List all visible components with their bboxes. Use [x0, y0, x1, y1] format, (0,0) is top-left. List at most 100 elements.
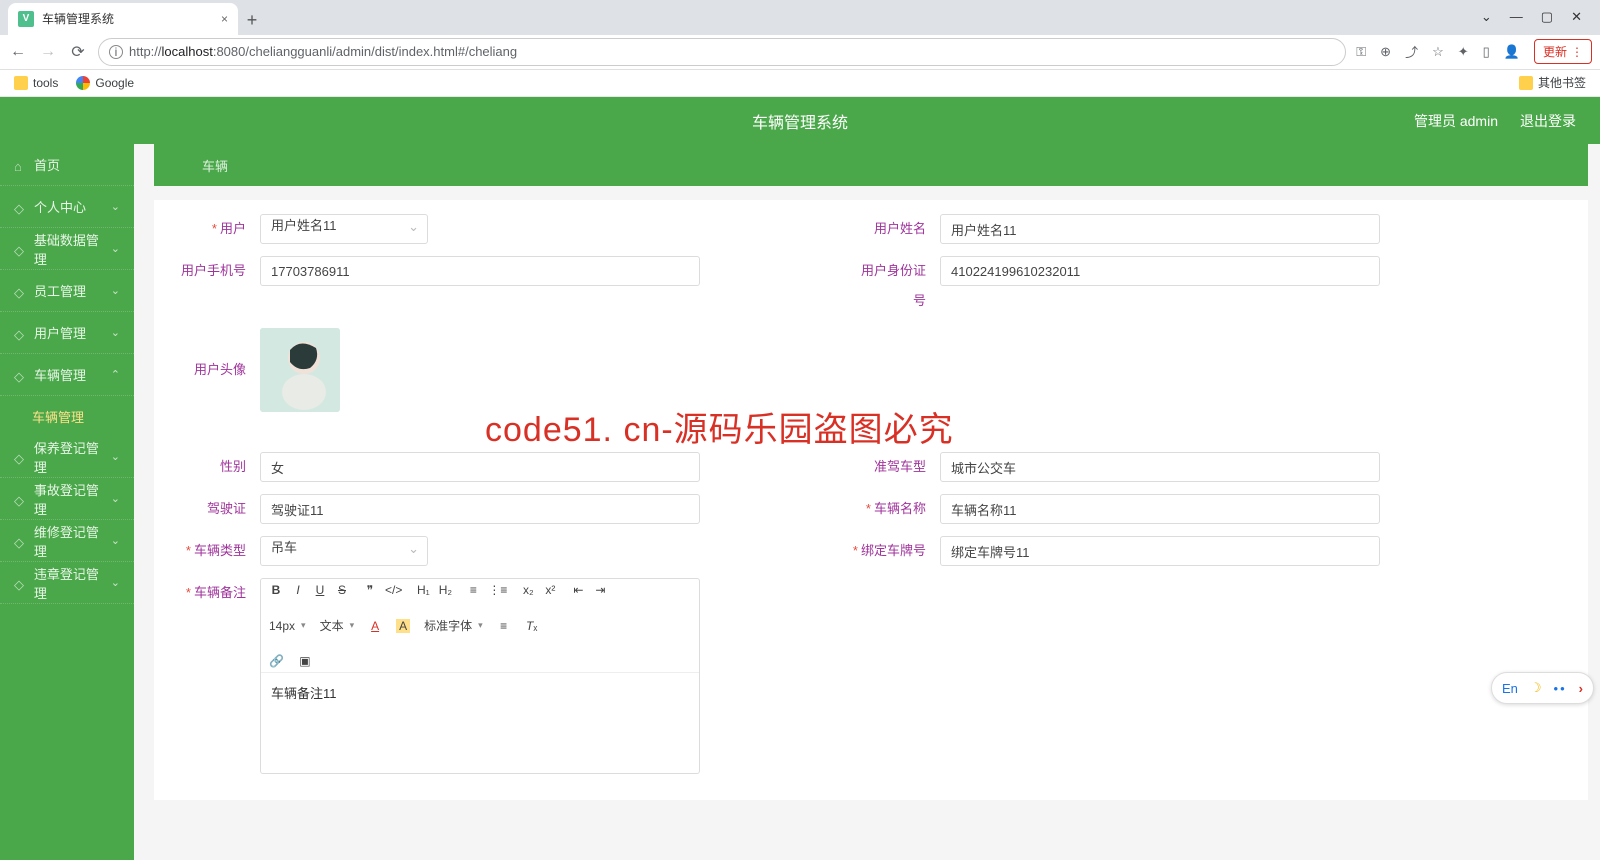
forward-icon[interactable]: → [38, 43, 58, 61]
phone-label: 用户手机号 [181, 263, 246, 278]
textcolor-icon[interactable]: A [368, 619, 382, 633]
share-icon[interactable]: ⤴ [1405, 42, 1418, 61]
info-icon[interactable]: i [109, 45, 123, 59]
chevron-down-icon[interactable]: ⌄ [1481, 9, 1492, 25]
defaultfont-select[interactable]: 标准字体 [424, 617, 483, 634]
bgcolor-icon[interactable]: A [396, 619, 410, 633]
home-icon: ⌂ [14, 159, 26, 171]
code-icon[interactable]: </> [385, 583, 402, 597]
username-label: 用户姓名 [874, 221, 926, 236]
avatar-image[interactable] [260, 328, 340, 412]
minimize-icon[interactable]: — [1510, 9, 1523, 25]
gender-label: 性别 [220, 459, 246, 474]
browser-chrome: V 车辆管理系统 × + ⌄ — ▢ ✕ ← → ⟳ i http://loca… [0, 0, 1600, 97]
clear-icon[interactable]: Tₓ [525, 619, 539, 633]
plate-input[interactable] [940, 536, 1380, 566]
close-window-icon[interactable]: ✕ [1571, 9, 1582, 25]
gender-input[interactable] [260, 452, 700, 482]
url-input[interactable]: i http://localhost:8080/cheliangguanli/a… [98, 38, 1346, 66]
sidebar-item-repair[interactable]: ◇维修登记管理⌄ [0, 520, 134, 562]
ime-more-icon[interactable]: •• [1554, 681, 1567, 696]
avatar-label: 用户头像 [194, 362, 246, 377]
italic-icon[interactable]: I [291, 583, 305, 597]
sidebar-item-basedata[interactable]: ◇基础数据管理⌄ [0, 228, 134, 270]
app-title: 车辆管理系统 [752, 109, 848, 133]
idno-input[interactable] [940, 256, 1380, 286]
carkind-select[interactable]: 吊车 [260, 536, 428, 566]
back-icon[interactable]: ← [8, 43, 28, 61]
update-button[interactable]: 更新⋮ [1534, 39, 1592, 64]
bookmark-google[interactable]: Google [76, 76, 134, 90]
username-input[interactable] [940, 214, 1380, 244]
data-icon: ◇ [14, 243, 26, 255]
editor-content[interactable]: 车辆备注11 [261, 673, 699, 773]
logout-link[interactable]: 退出登录 [1520, 111, 1576, 131]
profile-icon[interactable]: 👤 [1504, 44, 1520, 60]
bold-icon[interactable]: B [269, 583, 283, 597]
license-input[interactable] [260, 494, 700, 524]
maximize-icon[interactable]: ▢ [1541, 9, 1553, 25]
moon-icon[interactable]: ☽ [1530, 680, 1542, 696]
sidebar-item-vehicle[interactable]: ◇车辆管理⌃ [0, 354, 134, 396]
person-icon [260, 328, 340, 412]
ul-icon[interactable]: ⋮≡ [488, 583, 507, 597]
sidebar-item-profile[interactable]: ◇个人中心⌄ [0, 186, 134, 228]
ime-bar[interactable]: En ☽ •• › [1491, 672, 1594, 704]
strike-icon[interactable]: S [335, 583, 349, 597]
close-icon[interactable]: × [221, 12, 228, 26]
vehicle-form: *用户 用户姓名11 用户姓名 用户手机号 用户身份证号 [154, 200, 1588, 800]
ime-expand-icon[interactable]: › [1579, 681, 1583, 696]
fontfamily-select[interactable]: 文本 [320, 617, 355, 634]
quote-icon[interactable]: ❞ [363, 583, 377, 597]
sidebar-item-maintenance[interactable]: ◇保养登记管理⌄ [0, 436, 134, 478]
star-icon[interactable]: ☆ [1432, 44, 1444, 60]
editor-toolbar: B I U S ❞ </> H₁ H₂ [261, 579, 699, 673]
user-label: 用户 [220, 221, 246, 236]
license-label: 驾驶证 [207, 501, 246, 516]
extensions-icon[interactable]: ✦ [1458, 44, 1469, 60]
align-icon[interactable]: ≡ [497, 619, 511, 633]
browser-tab[interactable]: V 车辆管理系统 × [8, 3, 238, 35]
tab-strip: V 车辆管理系统 × + ⌄ — ▢ ✕ [0, 0, 1600, 35]
image-icon[interactable]: ▣ [298, 654, 312, 668]
accident-icon: ◇ [14, 493, 26, 505]
sidebar-item-users[interactable]: ◇用户管理⌄ [0, 312, 134, 354]
repair-icon: ◇ [14, 535, 26, 547]
indent-icon[interactable]: ⇥ [593, 583, 607, 597]
zoom-icon[interactable]: ⊕ [1380, 44, 1391, 60]
sidebar-item-home[interactable]: ⌂首页 [0, 144, 134, 186]
h2-icon[interactable]: H₂ [438, 583, 452, 597]
key-icon[interactable]: ⚿ [1356, 44, 1366, 60]
carname-input[interactable] [940, 494, 1380, 524]
ime-lang[interactable]: En [1502, 681, 1518, 696]
underline-icon[interactable]: U [313, 583, 327, 597]
sup-icon[interactable]: x² [543, 583, 557, 597]
reader-icon[interactable]: ▯ [1483, 44, 1490, 60]
cartype-input[interactable] [940, 452, 1380, 482]
sidebar-item-staff[interactable]: ◇员工管理⌄ [0, 270, 134, 312]
carname-label: 车辆名称 [874, 501, 926, 516]
sidebar-sub-vehicle[interactable]: 车辆管理 [0, 396, 134, 436]
idno-label: 用户身份证号 [861, 263, 926, 308]
sidebar-item-accident[interactable]: ◇事故登记管理⌄ [0, 478, 134, 520]
fontsize-select[interactable]: 14px [269, 619, 306, 633]
remark-editor[interactable]: B I U S ❞ </> H₁ H₂ [260, 578, 700, 774]
sub-icon[interactable]: x₂ [521, 583, 535, 597]
violation-icon: ◇ [14, 577, 26, 589]
bookmark-tools[interactable]: tools [14, 76, 58, 90]
bookmark-other[interactable]: 其他书签 [1519, 74, 1586, 91]
ol-icon[interactable]: ≡ [466, 583, 480, 597]
h1-icon[interactable]: H₁ [416, 583, 430, 597]
link-icon[interactable]: 🔗 [269, 654, 284, 668]
window-controls: ⌄ — ▢ ✕ [1481, 9, 1600, 25]
sidebar-item-violation[interactable]: ◇违章登记管理⌄ [0, 562, 134, 604]
tab-title: 车辆管理系统 [42, 10, 114, 27]
outdent-icon[interactable]: ⇤ [571, 583, 585, 597]
user-select[interactable]: 用户姓名11 [260, 214, 428, 244]
new-tab-button[interactable]: + [238, 7, 266, 35]
plate-label: 绑定车牌号 [861, 543, 926, 558]
phone-input[interactable] [260, 256, 700, 286]
admin-label[interactable]: 管理员 admin [1414, 111, 1498, 131]
reload-icon[interactable]: ⟳ [68, 42, 88, 62]
sidebar: ⌂首页 ◇个人中心⌄ ◇基础数据管理⌄ ◇员工管理⌄ ◇用户管理⌄ ◇车辆管理⌃… [0, 144, 134, 860]
